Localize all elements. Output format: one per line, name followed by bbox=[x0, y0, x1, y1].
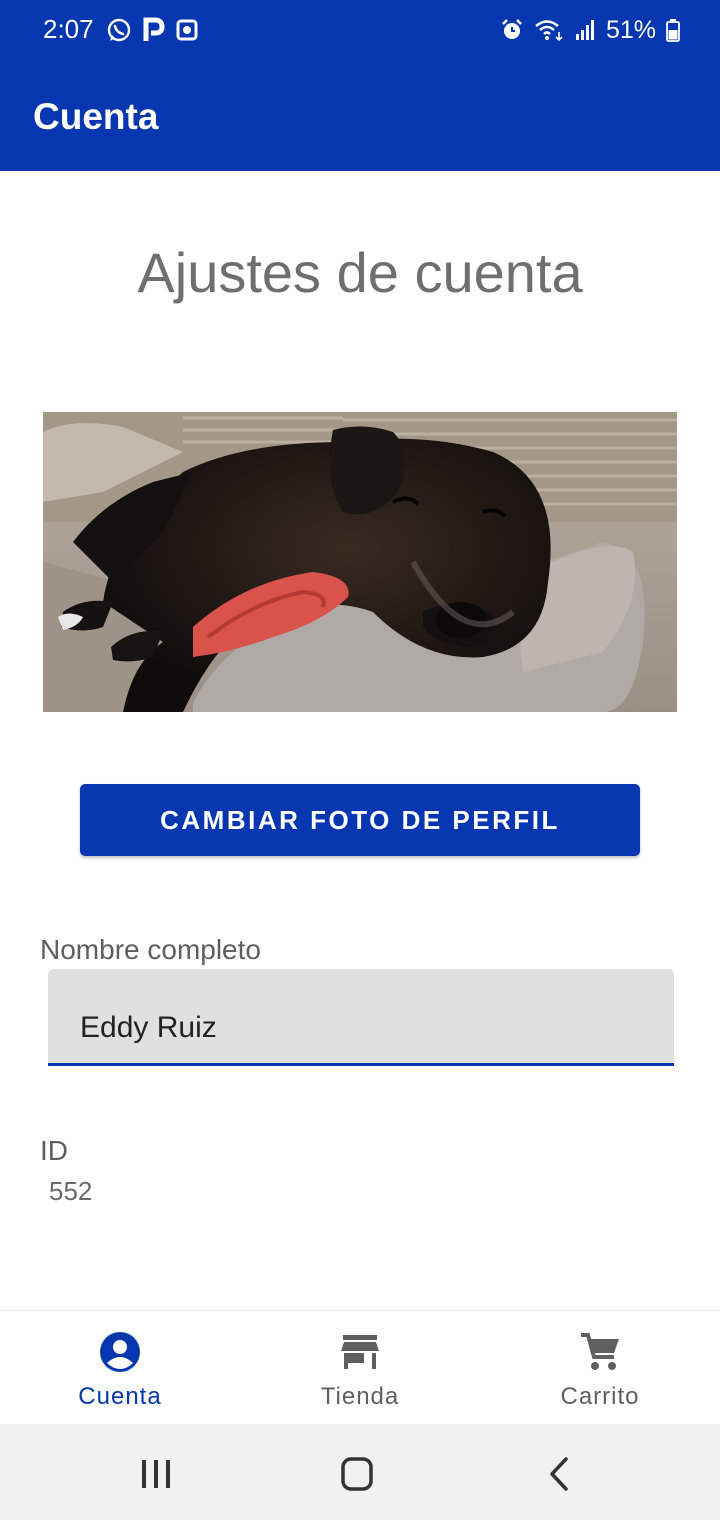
app-bar-title: Cuenta bbox=[33, 96, 159, 137]
full-name-field[interactable]: Eddy Ruiz bbox=[48, 969, 674, 1066]
full-name-label: Nombre completo bbox=[40, 934, 261, 965]
cart-icon bbox=[581, 1333, 619, 1370]
app-header: 2:07 51% Cuenta bbox=[0, 0, 720, 171]
change-photo-button[interactable]: CAMBIAR FOTO DE PERFIL bbox=[80, 784, 640, 856]
recents-icon[interactable] bbox=[126, 1452, 186, 1496]
full-name-value: Eddy Ruiz bbox=[80, 1011, 217, 1044]
wifi-icon bbox=[535, 20, 563, 42]
store-icon bbox=[341, 1335, 379, 1369]
signal-icon bbox=[575, 20, 594, 40]
back-icon[interactable] bbox=[530, 1452, 590, 1496]
nav-item-carrito[interactable]: Carrito bbox=[480, 1311, 720, 1425]
id-value: 552 bbox=[49, 1176, 93, 1206]
account-icon bbox=[100, 1332, 140, 1372]
profile-photo bbox=[43, 412, 677, 712]
page-title: Ajustes de cuenta bbox=[137, 241, 583, 304]
system-navigation-bar bbox=[0, 1424, 720, 1520]
id-label: ID bbox=[40, 1135, 68, 1166]
status-left-icons bbox=[106, 16, 198, 44]
nav-label-carrito: Carrito bbox=[560, 1383, 640, 1410]
record-icon bbox=[176, 19, 198, 41]
bottom-navigation: Cuenta Tienda Carrito bbox=[0, 1310, 720, 1424]
battery-percent: 51% bbox=[605, 15, 656, 44]
status-bar: 2:07 51% bbox=[0, 0, 720, 60]
nav-item-tienda[interactable]: Tienda bbox=[240, 1311, 480, 1425]
nav-label-tienda: Tienda bbox=[320, 1383, 400, 1410]
nav-item-cuenta[interactable]: Cuenta bbox=[0, 1311, 240, 1425]
parking-icon bbox=[143, 17, 165, 41]
alarm-icon bbox=[502, 19, 522, 39]
status-time: 2:07 bbox=[43, 14, 94, 44]
whatsapp-icon bbox=[107, 18, 131, 42]
home-icon[interactable] bbox=[327, 1452, 387, 1496]
nav-label-cuenta: Cuenta bbox=[78, 1383, 162, 1410]
status-right-icons: 51% bbox=[500, 14, 680, 46]
battery-icon bbox=[666, 19, 680, 42]
